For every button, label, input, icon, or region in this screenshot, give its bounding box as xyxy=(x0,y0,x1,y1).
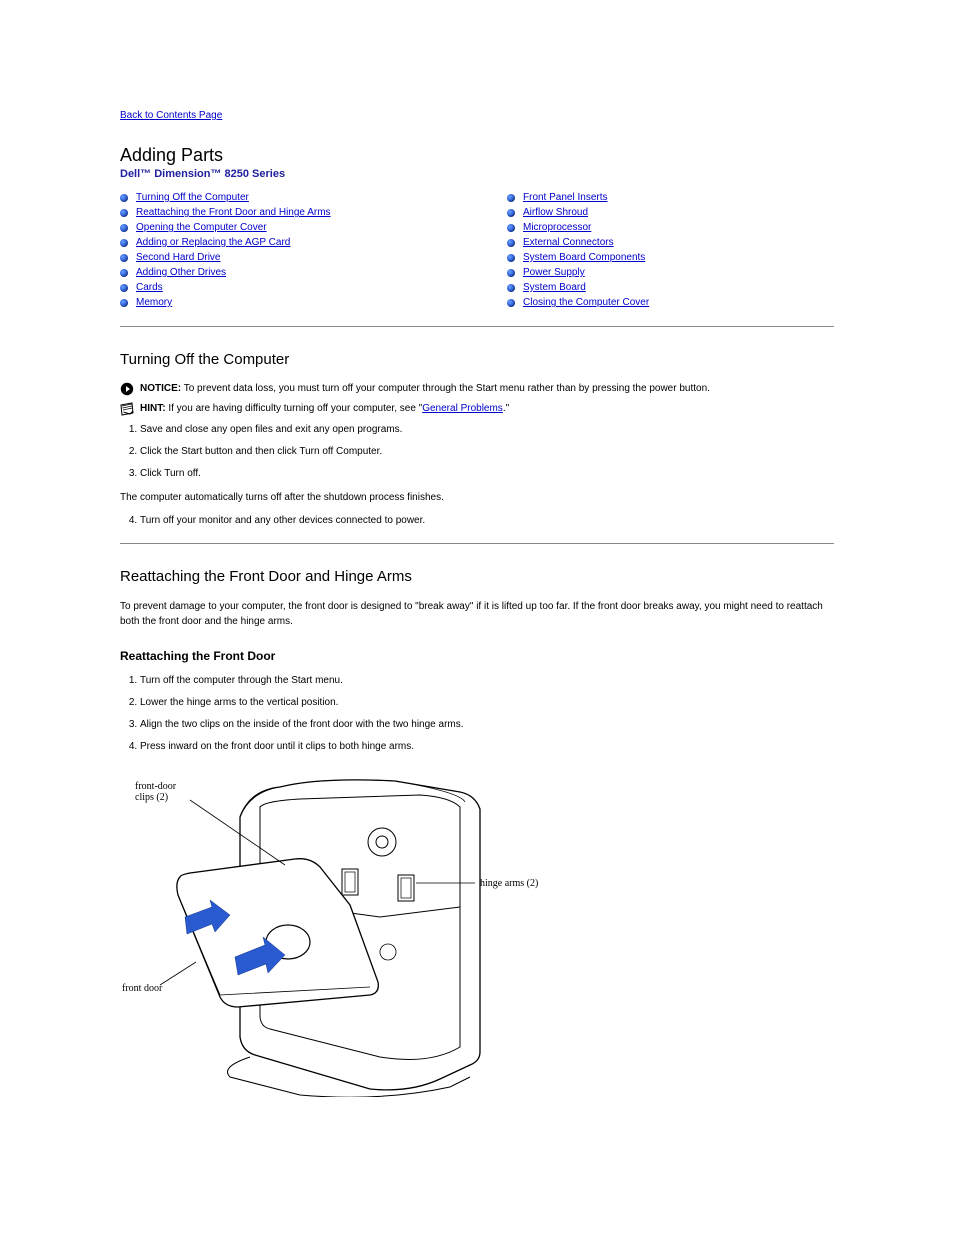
notice-label: NOTICE: xyxy=(140,383,181,394)
toc-link-cards[interactable]: Cards xyxy=(136,282,163,293)
toc-link-second-hd[interactable]: Second Hard Drive xyxy=(136,252,220,263)
bullet-icon xyxy=(507,284,515,292)
bullet-icon xyxy=(507,194,515,202)
bullet-icon xyxy=(507,269,515,277)
bullet-icon xyxy=(507,209,515,217)
bullet-icon xyxy=(507,239,515,247)
list-item: Turn off the computer through the Start … xyxy=(140,673,834,689)
notice-text: NOTICE: To prevent data loss, you must t… xyxy=(140,382,710,396)
toc-link-agp[interactable]: Adding or Replacing the AGP Card xyxy=(136,237,290,248)
body-paragraph: To prevent damage to your computer, the … xyxy=(120,599,834,629)
hint-label: HINT: xyxy=(140,403,166,414)
toc-link-microproc[interactable]: Microprocessor xyxy=(523,222,591,233)
list-item: Save and close any open files and exit a… xyxy=(140,422,834,438)
turnoff-steps-cont: Turn off your monitor and any other devi… xyxy=(140,513,834,529)
toc-column-left: Turning Off the Computer Reattaching the… xyxy=(120,192,447,312)
toc-link-add-drives[interactable]: Adding Other Drives xyxy=(136,267,226,278)
toc-link-door-hinge[interactable]: Reattaching the Front Door and Hinge Arm… xyxy=(136,207,331,218)
list-item: Press inward on the front door until it … xyxy=(140,739,834,755)
toc-link-memory[interactable]: Memory xyxy=(136,297,172,308)
hint-body: If you are having difficulty turning off… xyxy=(166,403,423,414)
back-to-contents-link[interactable]: Back to Contents Page xyxy=(120,110,222,121)
subsection-heading-door: Reattaching the Front Door xyxy=(120,649,834,663)
toc-link-front-panel[interactable]: Front Panel Inserts xyxy=(523,192,607,203)
bullet-icon xyxy=(507,254,515,262)
toc-link-airflow[interactable]: Airflow Shroud xyxy=(523,207,588,218)
divider xyxy=(120,543,834,544)
door-steps: Turn off the computer through the Start … xyxy=(140,673,834,755)
bullet-icon xyxy=(120,224,128,232)
page-title: Adding Parts xyxy=(120,145,834,166)
toc-link-sysboard2[interactable]: System Board xyxy=(523,282,586,293)
bullet-icon xyxy=(120,254,128,262)
hint-after: ." xyxy=(503,403,509,414)
list-item: Click the Start button and then click Tu… xyxy=(140,444,834,460)
bullet-icon xyxy=(120,194,128,202)
bullet-icon xyxy=(507,224,515,232)
product-subtitle: Dell™ Dimension™ 8250 Series xyxy=(120,168,834,180)
section-heading-door: Reattaching the Front Door and Hinge Arm… xyxy=(120,568,834,585)
notice-body: To prevent data loss, you must turn off … xyxy=(181,383,710,394)
front-door-figure: front-doorclips (2) hinge arms (2) front… xyxy=(120,767,834,1097)
hint-row: HINT: If you are having difficulty turni… xyxy=(120,402,834,416)
fig-label-clips: front-doorclips (2) xyxy=(135,781,177,803)
bullet-icon xyxy=(507,299,515,307)
bullet-icon xyxy=(120,269,128,277)
toc-link-ext-conn[interactable]: External Connectors xyxy=(523,237,614,248)
table-of-contents: Turning Off the Computer Reattaching the… xyxy=(120,192,834,312)
toc-column-right: Front Panel Inserts Airflow Shroud Micro… xyxy=(507,192,834,312)
bullet-icon xyxy=(120,209,128,217)
toc-link-closing[interactable]: Closing the Computer Cover xyxy=(523,297,649,308)
toc-link-turning-off[interactable]: Turning Off the Computer xyxy=(136,192,249,203)
section-heading-turnoff: Turning Off the Computer xyxy=(120,351,834,368)
bullet-icon xyxy=(120,239,128,247)
bullet-icon xyxy=(120,284,128,292)
toc-link-power[interactable]: Power Supply xyxy=(523,267,585,278)
body-paragraph: The computer automatically turns off aft… xyxy=(120,490,834,505)
list-item: Lower the hinge arms to the vertical pos… xyxy=(140,695,834,711)
fig-label-arms: hinge arms (2) xyxy=(480,878,538,889)
list-item: Turn off your monitor and any other devi… xyxy=(140,513,834,529)
bullet-icon xyxy=(120,299,128,307)
list-item: Click Turn off. xyxy=(140,466,834,482)
fig-label-door: front door xyxy=(122,983,163,994)
list-item: Align the two clips on the inside of the… xyxy=(140,717,834,733)
toc-link-sysboard[interactable]: System Board Components xyxy=(523,252,645,263)
divider xyxy=(120,326,834,327)
general-problems-link[interactable]: General Problems xyxy=(422,403,503,414)
hint-text: HINT: If you are having difficulty turni… xyxy=(140,402,509,416)
notice-icon xyxy=(120,382,134,396)
notice-row: NOTICE: To prevent data loss, you must t… xyxy=(120,382,834,396)
toc-link-opening[interactable]: Opening the Computer Cover xyxy=(136,222,267,233)
turnoff-steps: Save and close any open files and exit a… xyxy=(140,422,834,482)
hint-icon xyxy=(120,402,134,416)
